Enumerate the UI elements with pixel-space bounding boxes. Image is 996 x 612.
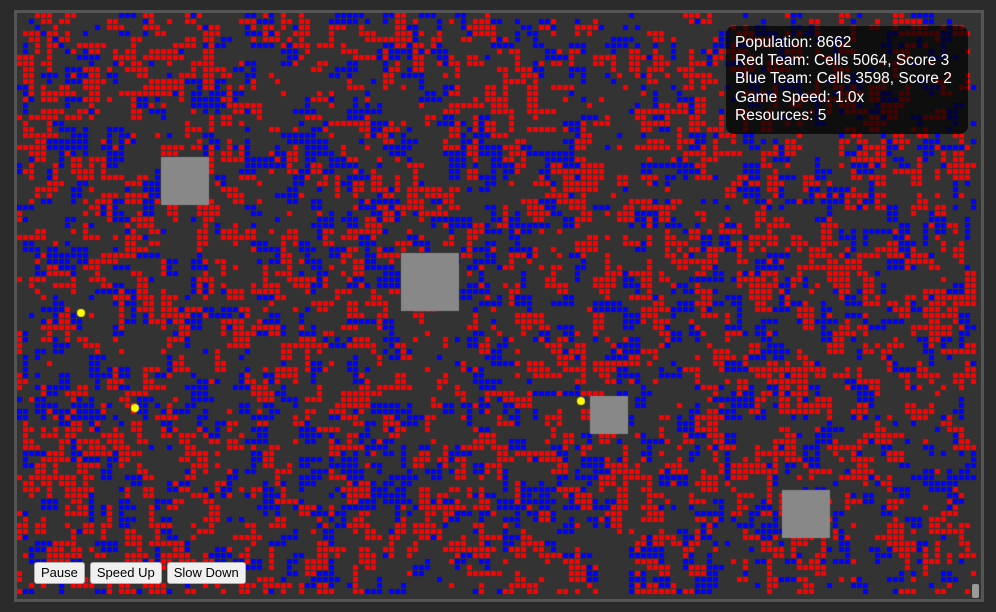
game-speed-stat: Game Speed: 1.0x <box>735 88 865 106</box>
scrollbar-thumb[interactable] <box>972 584 979 598</box>
slow-down-button[interactable]: Slow Down <box>166 562 246 584</box>
population-stat: Population: 8662 <box>735 34 852 51</box>
red-team-stat: Red Team: Cells 5064, Score 3 <box>735 52 950 70</box>
speed-up-button[interactable]: Speed Up <box>89 562 162 584</box>
blue-team-stat: Blue Team: Cells 3598, Score 2 <box>735 70 952 88</box>
stats-panel: Population: 8662 Red Team: Cells 5064, S… <box>726 26 968 134</box>
resources-stat: Resources: 5 <box>735 106 827 124</box>
control-bar: Pause Speed Up Slow Down <box>34 562 246 584</box>
game-app: Population: 8662 Red Team: Cells 5064, S… <box>0 0 996 612</box>
pause-button[interactable]: Pause <box>34 562 85 584</box>
